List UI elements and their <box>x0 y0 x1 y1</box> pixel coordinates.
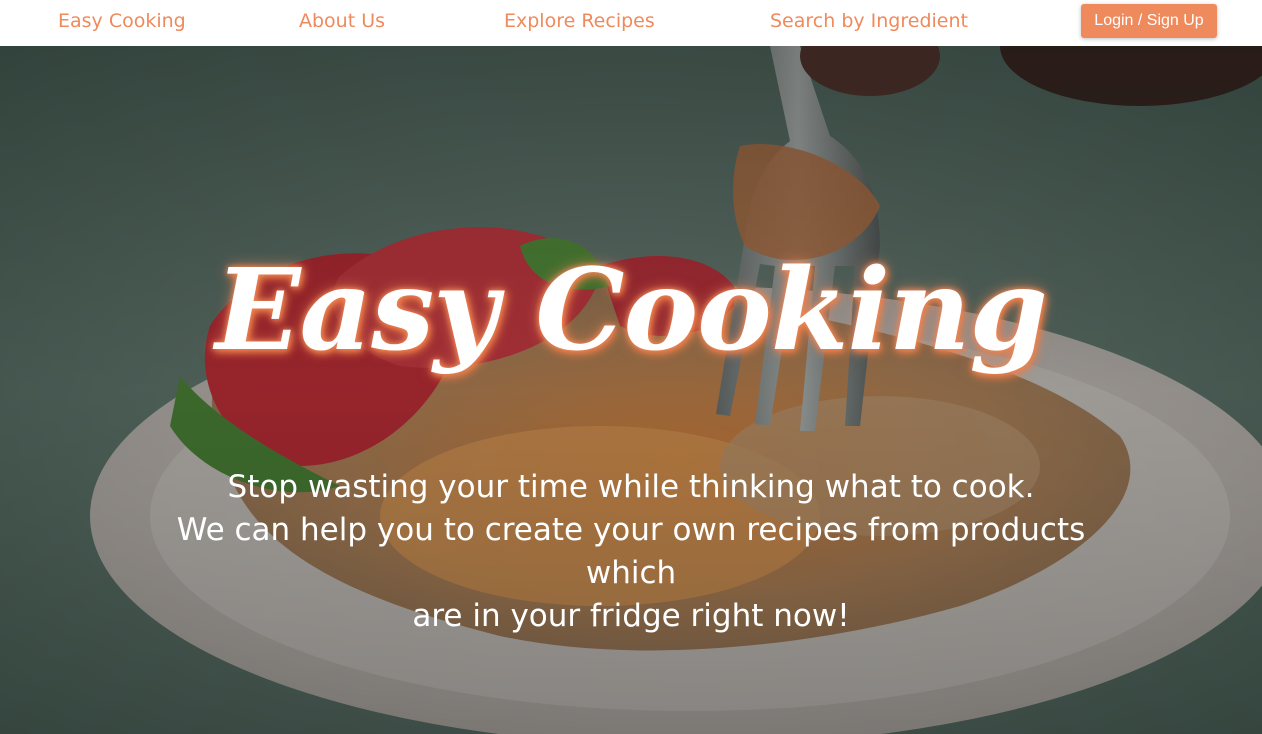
hero-section: Easy Cooking Stop wasting your time whil… <box>0 46 1262 734</box>
nav-link-explore-recipes[interactable]: Explore Recipes <box>504 9 655 33</box>
hero-description-line: Stop wasting your time while thinking wh… <box>227 469 1035 505</box>
nav-brand-link[interactable]: Easy Cooking <box>58 9 186 33</box>
hero-description-line: We can help you to create your own recip… <box>176 512 1086 591</box>
hero-description-line: are in your fridge right now! <box>412 598 850 634</box>
login-signup-button[interactable]: Login / Sign Up <box>1081 4 1217 38</box>
nav-link-search-by-ingredient[interactable]: Search by Ingredient <box>770 9 968 33</box>
hero-title: Easy Cooking <box>215 245 1048 376</box>
hero-description: Stop wasting your time while thinking wh… <box>131 466 1131 638</box>
nav-link-about-us[interactable]: About Us <box>299 9 385 33</box>
navbar: Easy Cooking About Us Explore Recipes Se… <box>0 0 1262 46</box>
